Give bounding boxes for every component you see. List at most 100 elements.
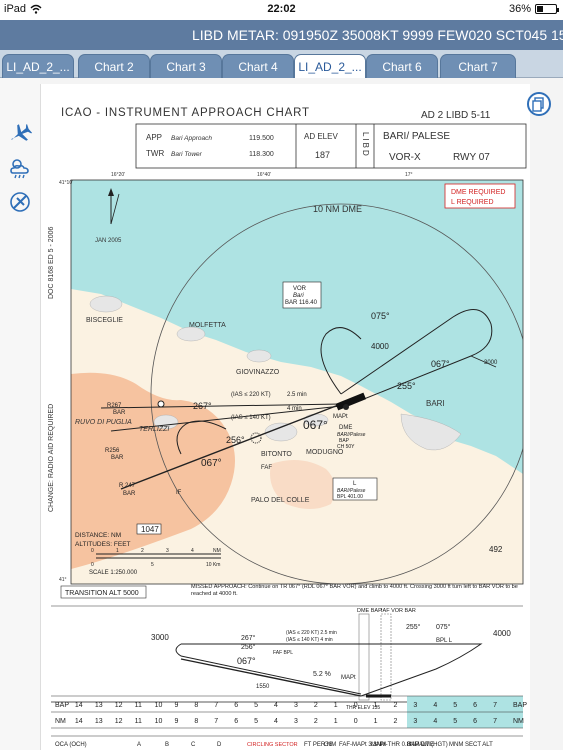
svg-text:MAPt: MAPt — [341, 675, 356, 681]
svg-text:BPL L: BPL L — [436, 638, 453, 644]
distance-tick-label: 11 — [135, 702, 142, 709]
svg-text:Bari: Bari — [293, 293, 304, 299]
svg-text:ALTITUDES: FEET: ALTITUDES: FEET — [75, 541, 131, 548]
ad-elev-value: 187 — [315, 150, 330, 160]
satellite-icon[interactable] — [8, 190, 32, 214]
svg-text:R256: R256 — [105, 448, 120, 454]
svg-text:BAR: BAR — [111, 455, 124, 461]
svg-text:1047: 1047 — [141, 525, 159, 534]
tab-6[interactable]: Chart 6 — [366, 54, 438, 78]
svg-text:2.5 min: 2.5 min — [287, 392, 307, 398]
svg-text:TERLIZZI: TERLIZZI — [139, 426, 169, 433]
distance-tick-label: 12 — [115, 718, 123, 725]
svg-text:R 247: R 247 — [119, 483, 136, 489]
svg-text:RUVO DI PUGLIA: RUVO DI PUGLIA — [75, 419, 132, 426]
runway-label: RWY 07 — [453, 152, 490, 163]
distance-tick-label: 3 — [413, 718, 417, 725]
change-note: CHANGE: RADIO AID REQUIRED — [48, 404, 55, 512]
distance-tick-label: 5 — [254, 702, 258, 709]
tab-7[interactable]: Chart 7 — [440, 54, 516, 78]
distance-tick-label: 7 — [493, 702, 497, 709]
chart-title: ICAO - INSTRUMENT APPROACH CHART — [61, 107, 310, 119]
svg-text:256°: 256° — [226, 435, 245, 445]
svg-text:075°: 075° — [371, 311, 390, 321]
svg-text:MAPt: MAPt — [333, 414, 348, 420]
svg-text:255°: 255° — [406, 623, 421, 631]
svg-text:IF: IF — [176, 490, 182, 496]
distance-tick-label: 1 — [334, 718, 338, 725]
distance-tick-label: NM — [55, 718, 66, 725]
distance-tick-label: 4 — [433, 702, 437, 709]
airplane-icon[interactable] — [8, 122, 32, 146]
distance-tick-label: 12 — [115, 702, 123, 709]
svg-text:10 Km: 10 Km — [206, 562, 220, 568]
distance-tick-label: 1 — [334, 702, 338, 709]
svg-text:BAR: BAR — [113, 410, 126, 416]
svg-text:067°: 067° — [237, 656, 256, 666]
svg-text:DISTANCE: NM: DISTANCE: NM — [75, 532, 121, 539]
distance-tick-label: 1 — [374, 702, 378, 709]
svg-text:2: 2 — [141, 548, 144, 554]
distance-tick-label: 4 — [433, 718, 437, 725]
page-zoom-button[interactable] — [527, 92, 551, 116]
distance-row-2: NM 14 13 12 11 10 9 8 7 6 5 4 3 2 1 0 1 2 3 4 5 6 7 NM — [55, 718, 524, 725]
svg-text:TRANSITION ALT 5000: TRANSITION ALT 5000 — [65, 590, 139, 597]
distance-tick-label: BAP — [55, 702, 69, 709]
distance-tick-label: 6 — [234, 702, 238, 709]
svg-text:MOLFETTA: MOLFETTA — [189, 322, 226, 329]
svg-text:067°: 067° — [303, 418, 328, 432]
doc-note: DOC 8168 ED 5 - 2006 — [48, 227, 55, 299]
svg-text:1550: 1550 — [256, 684, 270, 690]
svg-text:3000: 3000 — [151, 633, 169, 642]
vor-bar-symbol — [157, 400, 165, 408]
chart-page[interactable]: ICAO - INSTRUMENT APPROACH CHART AD 2 LI… — [40, 84, 530, 750]
svg-text:3000: 3000 — [484, 360, 498, 366]
app-freq: 119.500 — [249, 135, 274, 142]
distance-tick-label: 4 — [274, 702, 278, 709]
svg-text:L REQUIRED: L REQUIRED — [451, 199, 494, 206]
svg-text:R267: R267 — [107, 403, 122, 409]
distance-row-1: BAP 14 13 12 11 10 9 8 7 6 5 4 3 2 1 0 1 2 3 4 5 6 7 BAP — [55, 702, 527, 709]
tab-5-active[interactable]: LI_AD_2_... — [294, 54, 366, 78]
chart-ref: AD 2 LIBD 5-11 — [421, 110, 491, 121]
svg-text:17°: 17° — [405, 172, 413, 178]
tab-1[interactable]: LI_AD_2_... — [2, 54, 74, 78]
svg-text:5.2 %: 5.2 % — [313, 671, 331, 678]
tab-4[interactable]: Chart 4 — [222, 54, 294, 78]
distance-tick-label: 6 — [234, 718, 238, 725]
distance-tick-label: 3 — [294, 718, 298, 725]
ad-elev-label: AD ELEV — [304, 132, 338, 141]
distance-tick-label: 1 — [374, 718, 378, 725]
procedure-name: VOR-X — [389, 152, 421, 163]
distance-tick-label: 11 — [135, 718, 142, 725]
svg-text:41°: 41° — [59, 577, 67, 583]
battery-icon — [535, 4, 559, 14]
svg-text:0: 0 — [91, 562, 94, 568]
distance-tick-label: 13 — [95, 718, 103, 725]
tab-3[interactable]: Chart 3 — [150, 54, 222, 78]
distance-tick-label: 9 — [174, 702, 178, 709]
distance-tick-label: 3 — [413, 702, 417, 709]
svg-text:DME REQUIRED: DME REQUIRED — [451, 189, 505, 196]
svg-text:GIOVINAZZO: GIOVINAZZO — [236, 369, 280, 376]
distance-tick-label: 8 — [194, 718, 198, 725]
distance-tick-label: 9 — [174, 718, 178, 725]
weather-icon[interactable] — [8, 156, 32, 180]
metar-bar[interactable]: LIBD METAR: 091950Z 35008KT 9999 FEW020 … — [0, 20, 563, 50]
status-right: 36% — [509, 3, 559, 15]
svg-text:255°: 255° — [397, 381, 416, 391]
distance-tick-label: 7 — [214, 718, 218, 725]
tab-2[interactable]: Chart 2 — [78, 54, 150, 78]
svg-text:NM: NM — [213, 548, 221, 554]
distance-tick-label: 10 — [155, 702, 163, 709]
svg-text:075°: 075° — [436, 623, 451, 631]
svg-text:FAF BPL: FAF BPL — [273, 650, 293, 656]
distance-tick-label: 4 — [274, 718, 278, 725]
svg-text:IAF VOR BAR: IAF VOR BAR — [381, 608, 416, 614]
app-label: APP — [146, 133, 162, 142]
distance-tick-label: 6 — [473, 718, 477, 725]
left-tool-rail — [0, 78, 40, 750]
svg-text:3: 3 — [166, 548, 169, 554]
distance-tick-label: 2 — [314, 718, 318, 725]
svg-text:(IAS ≤ 140 KT) 4 min: (IAS ≤ 140 KT) 4 min — [286, 637, 333, 643]
